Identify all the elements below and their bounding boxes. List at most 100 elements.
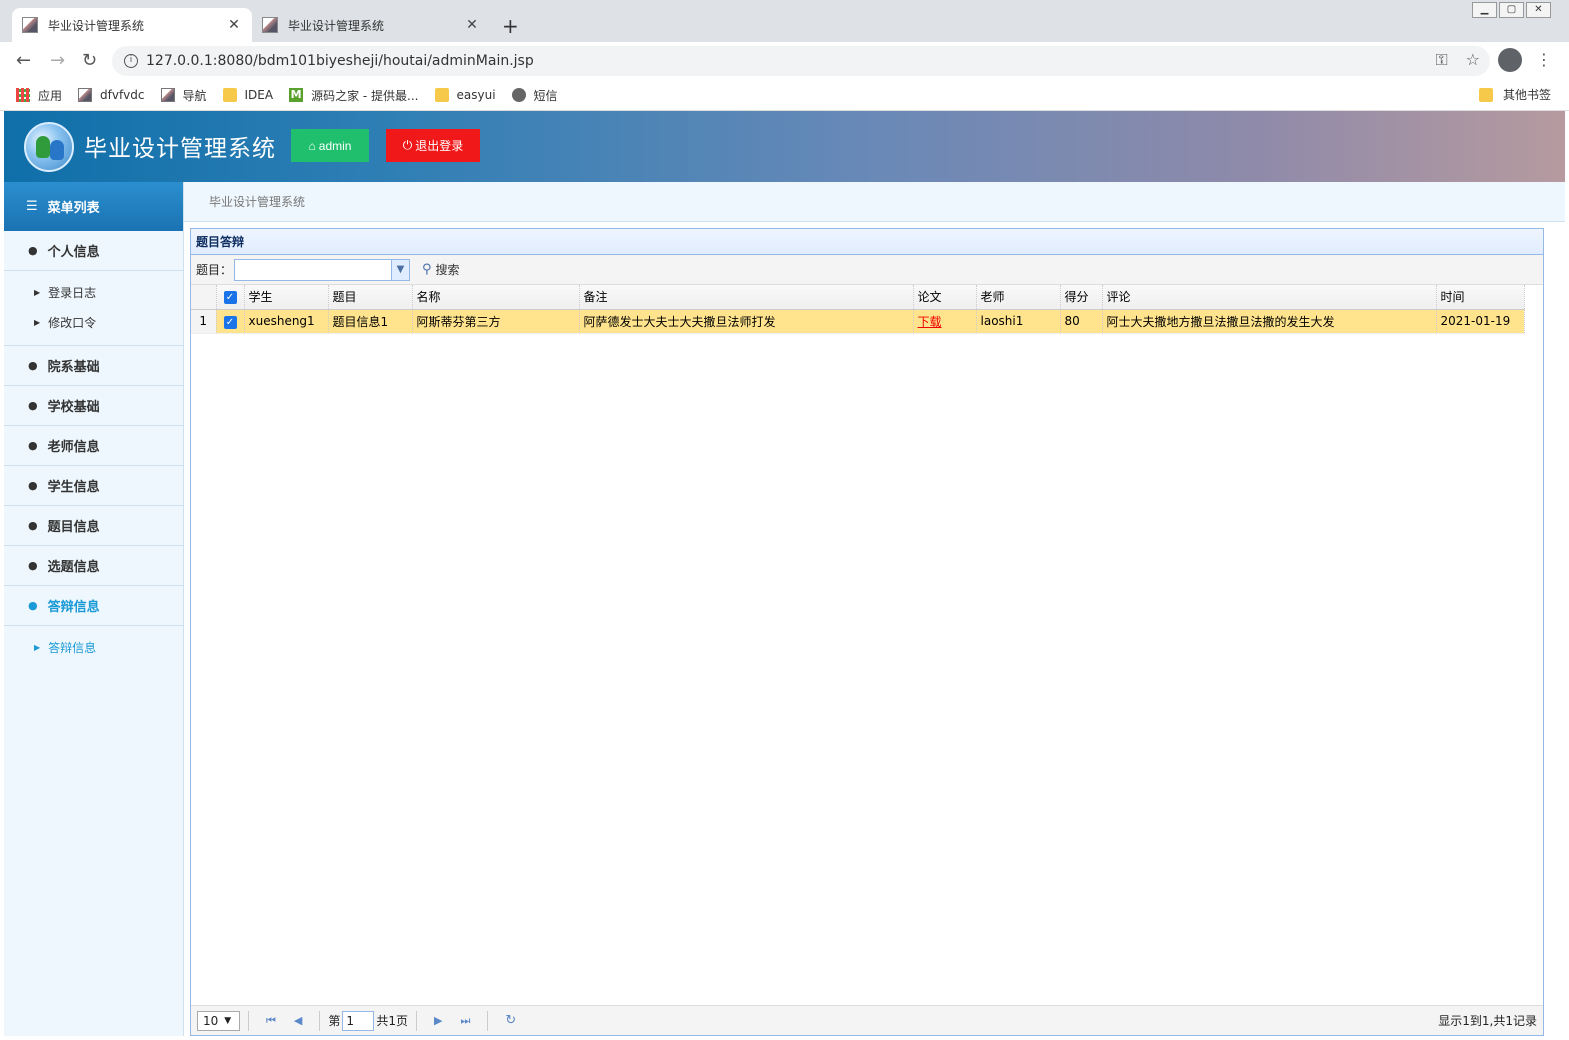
back-icon[interactable]: ← [16,50,31,71]
sidebar-group-school[interactable]: ● 学校基础 [4,386,183,426]
url-text: 127.0.0.1:8080/bdm101biyesheji/houtai/ad… [146,53,534,69]
col-header[interactable]: 学生 [244,285,329,310]
col-header[interactable]: 题目 [328,285,413,310]
group-label: 老师信息 [47,440,100,455]
bookmark-yuanma[interactable]: M 源码之家 - 提供最... [289,87,419,104]
user-icon: ● [28,439,38,452]
group-label: 个人信息 [47,245,100,260]
browser-tab-2[interactable]: 毕业设计管理系统 ✕ [252,8,490,42]
sidebar-group-teacher[interactable]: ● 老师信息 [4,426,183,466]
sidebar-group-department[interactable]: ● 院系基础 [4,346,183,386]
prev-page-icon[interactable]: ◀ [294,1014,302,1027]
chevron-down-icon[interactable]: ▼ [391,259,410,280]
personal-submenu: ▶ 登录日志 ▶ 修改口令 [4,271,183,346]
browser-menu-icon[interactable]: ⋮ [1536,50,1552,69]
minimize-icon[interactable]: ▁ [1472,2,1497,18]
bookmark-apps[interactable]: 应用 [16,87,62,104]
cell-student: xuesheng1 [244,309,329,334]
topic-combobox[interactable]: ▼ [234,258,411,281]
bookmark-nav[interactable]: 导航 [160,87,207,104]
group-label: 院系基础 [47,360,100,375]
window-controls: ▁ ▢ ✕ [1470,2,1551,20]
sidebar-item-defense-info[interactable]: ▶ 答辩信息 [4,632,183,662]
globe-icon [511,88,526,102]
bookmark-idea[interactable]: IDEA [222,88,274,102]
m-logo-icon: M [289,88,304,102]
col-header[interactable]: 老师 [976,285,1061,310]
tab-title: 毕业设计管理系统 [288,18,385,33]
checkbox-checked-icon[interactable]: ✓ [223,291,237,305]
sidebar-item-login-log[interactable]: ▶ 登录日志 [4,277,183,307]
bookmark-label: IDEA [244,88,274,102]
col-header[interactable]: 备注 [579,285,914,310]
col-header[interactable]: 时间 [1436,285,1525,310]
cell-score: 80 [1060,309,1103,334]
key-icon[interactable]: ⚿ [1435,50,1447,70]
address-bar[interactable]: i 127.0.0.1:8080/bdm101biyesheji/houtai/… [112,46,1490,76]
forward-icon[interactable]: → [50,50,65,71]
site-info-icon[interactable]: i [124,54,138,68]
sidebar-item-change-password[interactable]: ▶ 修改口令 [4,307,183,337]
page-size-select[interactable]: 10 ▼ [197,1010,240,1031]
bookmarks-bar: 应用 dfvfvdc 导航 IDEA M 源码之家 - 提供最... easyui… [0,80,1569,111]
search-button[interactable]: ⚲ 搜索 [422,261,460,278]
profile-avatar-icon[interactable] [1498,48,1522,72]
close-tab-icon[interactable]: ✕ [226,17,242,33]
folder-icon [434,88,449,102]
sidebar-group-selection[interactable]: ● 选题信息 [4,546,183,586]
sidebar-group-topic[interactable]: ● 题目信息 [4,506,183,546]
caret-right-icon: ▶ [34,642,41,652]
sidebar-group-defense[interactable]: ● 答辩信息 [4,586,183,626]
refresh-icon[interactable]: ↻ [505,1013,516,1028]
table-row[interactable]: 1 ✓ xuesheng1 题目信息1 阿斯蒂芬第三方 阿萨德发士大夫士大夫撒旦… [191,309,1525,334]
next-page-icon[interactable]: ▶ [434,1014,442,1027]
download-link[interactable]: 下载 [918,315,942,329]
panel-title: 题目答辩 [191,229,1543,255]
pager-info: 显示1到1,共1记录 [1438,1014,1537,1028]
bookmark-dfvfvdc[interactable]: dfvfvdc [78,88,145,102]
sidebar-group-personal[interactable]: ● 个人信息 [4,231,183,271]
logout-button[interactable]: ⏻ 退出登录 [386,129,480,162]
bookmark-easyui[interactable]: easyui [434,88,496,102]
search-icon: ⚲ [422,262,432,277]
last-page-icon[interactable]: ⏭ [461,1014,471,1028]
page-total: 共1页 [376,1014,409,1028]
close-tab-icon[interactable]: ✕ [464,17,480,33]
caret-right-icon: ▶ [34,287,41,297]
row-checkbox[interactable]: ✓ [216,309,245,334]
item-label: 登录日志 [48,285,97,300]
other-bookmarks[interactable]: 其他书签 [1478,86,1551,103]
col-header[interactable]: 论文 [913,285,977,310]
bookmark-label: 源码之家 - 提供最... [311,88,419,103]
user-icon: ● [28,479,38,492]
reload-icon[interactable]: ↻ [82,50,97,71]
home-icon: ⌂ [308,138,316,153]
page-number-input[interactable]: 1 [342,1010,375,1031]
checkbox-checked-icon[interactable]: ✓ [223,315,237,329]
page-favicon-icon [22,17,38,33]
folder-icon [1478,87,1493,102]
filter-label: 题目： [196,263,233,277]
col-header[interactable]: 名称 [412,285,580,310]
col-header[interactable]: 得分 [1060,285,1103,310]
apps-grid-icon [16,88,30,102]
cell-comment: 阿士大夫撒地方撒旦法撒旦法撒的发生大发 [1102,309,1437,334]
pagination-bar: 10 ▼ ⏮ ◀ 第 1 共1页 ▶ ⏭ ↻ 显示1到1,共1记录 [191,1005,1543,1035]
bookmark-star-icon[interactable]: ☆ [1466,50,1480,70]
close-window-icon[interactable]: ✕ [1526,2,1551,18]
select-all-header[interactable]: ✓ [216,285,245,310]
bookmark-label: 应用 [38,88,63,103]
sidebar-group-student[interactable]: ● 学生信息 [4,466,183,506]
first-page-icon[interactable]: ⏮ [266,1014,276,1028]
logout-label: 退出登录 [415,139,464,153]
page-prefix: 第 [328,1014,341,1028]
col-header[interactable]: 评论 [1102,285,1437,310]
browser-tab-1[interactable]: 毕业设计管理系统 ✕ [12,8,252,42]
admin-button[interactable]: ⌂ admin [291,129,369,162]
menu-title: 菜单列表 [47,201,100,216]
maximize-icon[interactable]: ▢ [1499,2,1524,18]
group-label: 选题信息 [47,560,100,575]
bookmark-sms[interactable]: 短信 [511,87,558,104]
new-tab-button[interactable]: + [502,14,519,38]
cell-teacher: laoshi1 [976,309,1061,334]
